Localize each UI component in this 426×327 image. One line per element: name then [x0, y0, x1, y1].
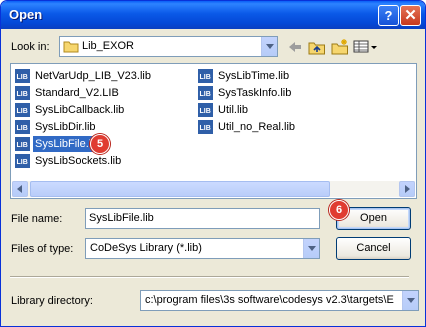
lib-file-icon: LIB [15, 86, 30, 100]
chevron-down-icon[interactable] [303, 239, 319, 258]
look-in-value: Lib_EXOR [82, 40, 134, 52]
list-item-label: SysLibDir.lib [35, 121, 96, 133]
svg-text:LIB: LIB [200, 74, 211, 81]
list-item-label: Util.lib [218, 104, 248, 116]
lib-file-icon: LIB [198, 86, 213, 100]
library-directory-label: Library directory: [11, 295, 93, 307]
open-dialog: Open ? ✕ Look in: Lib_EXOR LIB NetVarUdp… [0, 0, 426, 327]
file-name-input[interactable]: SysLibFile.lib [85, 208, 320, 229]
svg-text:LIB: LIB [17, 159, 28, 166]
look-in-label: Look in: [11, 41, 50, 53]
folder-icon [63, 41, 79, 53]
look-in-dropdown[interactable]: Lib_EXOR [59, 36, 278, 57]
library-directory-dropdown[interactable]: c:\program files\3s software\codesys v2.… [140, 290, 419, 311]
up-folder-icon[interactable] [306, 37, 328, 57]
scroll-right-icon[interactable] [399, 181, 415, 197]
svg-text:LIB: LIB [17, 142, 28, 149]
title-bar[interactable]: Open ? ✕ [1, 1, 425, 29]
svg-text:LIB: LIB [200, 91, 211, 98]
scroll-thumb[interactable] [30, 181, 330, 197]
horizontal-scrollbar[interactable] [12, 181, 415, 197]
files-of-type-label: Files of type: [11, 243, 74, 255]
files-of-type-dropdown[interactable]: CoDeSys Library (*.lib) [85, 238, 320, 259]
file-name-label: File name: [11, 213, 63, 225]
close-button[interactable]: ✕ [400, 5, 421, 26]
lib-file-icon: LIB [15, 154, 30, 168]
chevron-down-icon[interactable] [261, 37, 277, 56]
svg-text:LIB: LIB [17, 74, 28, 81]
lib-file-icon: LIB [198, 120, 213, 134]
lib-file-icon: LIB [15, 103, 30, 117]
list-item-label: SysLibSockets.lib [35, 155, 122, 167]
lib-file-icon: LIB [15, 69, 30, 83]
back-icon[interactable] [284, 37, 306, 57]
svg-text:LIB: LIB [200, 125, 211, 132]
view-menu-icon[interactable] [352, 37, 380, 57]
window-title: Open [9, 7, 43, 22]
lib-file-icon: LIB [15, 120, 30, 134]
lib-file-icon: LIB [198, 103, 213, 117]
file-list[interactable]: LIB NetVarUdp_LIB_V23.lib LIB Standard_V… [10, 63, 417, 199]
list-item-label: SysLibCallback.lib [35, 104, 125, 116]
divider [10, 276, 409, 278]
chevron-down-icon[interactable] [402, 291, 418, 310]
step-6-marker: 6 [329, 200, 349, 220]
svg-text:LIB: LIB [17, 91, 28, 98]
list-item-label: SysLibTime.lib [218, 70, 290, 82]
svg-text:LIB: LIB [17, 125, 28, 132]
new-folder-icon[interactable] [329, 37, 351, 57]
file-name-value: SysLibFile.lib [89, 212, 154, 224]
list-item-label: NetVarUdp_LIB_V23.lib [35, 70, 151, 82]
scroll-left-icon[interactable] [12, 181, 28, 197]
list-item-label: Util_no_Real.lib [218, 121, 296, 133]
library-directory-value: c:\program files\3s software\codesys v2.… [145, 294, 394, 306]
svg-text:LIB: LIB [200, 108, 211, 115]
list-item-label: Standard_V2.LIB [35, 87, 119, 99]
svg-text:LIB: LIB [17, 108, 28, 115]
step-5-marker: 5 [90, 134, 110, 154]
files-of-type-value: CoDeSys Library (*.lib) [90, 242, 202, 254]
list-item-label: SysTaskInfo.lib [218, 87, 292, 99]
lib-file-icon: LIB [15, 137, 30, 151]
lib-file-icon: LIB [198, 69, 213, 83]
cancel-button[interactable]: Cancel [336, 237, 411, 260]
help-button[interactable]: ? [378, 5, 399, 26]
